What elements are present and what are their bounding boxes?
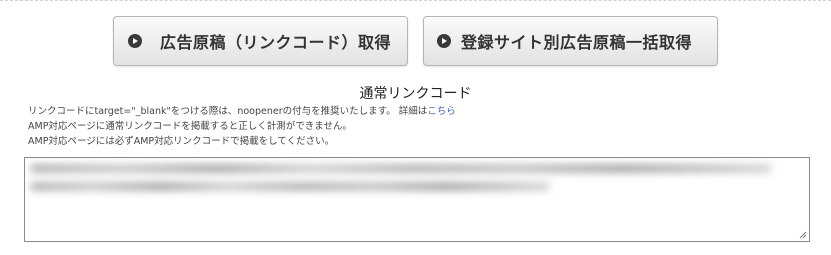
get-ad-code-button-label: 広告原稿（リンクコード）取得 (160, 33, 392, 52)
section-title: 通常リンクコード (359, 86, 472, 102)
note-line-amp-instruction: AMP対応ページには必ずAMP対応リンクコードで掲載をしてください。 (28, 136, 335, 147)
bulk-get-by-site-button-label: 登録サイト別広告原稿一括取得 (461, 33, 693, 52)
resize-grip-icon[interactable] (798, 230, 807, 239)
note-noopener-text: リンクコードにtarget="_blank"をつける際は、noopenerの付与… (28, 106, 428, 117)
note-line-amp-warning: AMP対応ページに通常リンクコードを掲載すると正しく計測ができません。 (28, 121, 352, 132)
blurred-line (31, 182, 549, 191)
blurred-line (31, 164, 771, 173)
bulk-get-by-site-button[interactable]: 登録サイト別広告原稿一括取得 (423, 16, 718, 66)
note-line-noopener: リンクコードにtarget="_blank"をつける際は、noopenerの付与… (28, 104, 456, 119)
get-ad-code-button[interactable]: 広告原稿（リンクコード）取得 (113, 16, 408, 66)
circle-arrow-right-icon (437, 34, 451, 48)
notes: リンクコードにtarget="_blank"をつける際は、noopenerの付与… (28, 104, 456, 149)
circle-arrow-right-icon (128, 34, 142, 48)
details-link[interactable]: こちら (427, 106, 456, 117)
top-divider (0, 0, 831, 2)
link-code-textarea[interactable] (24, 157, 810, 242)
blurred-code-content (31, 164, 771, 200)
